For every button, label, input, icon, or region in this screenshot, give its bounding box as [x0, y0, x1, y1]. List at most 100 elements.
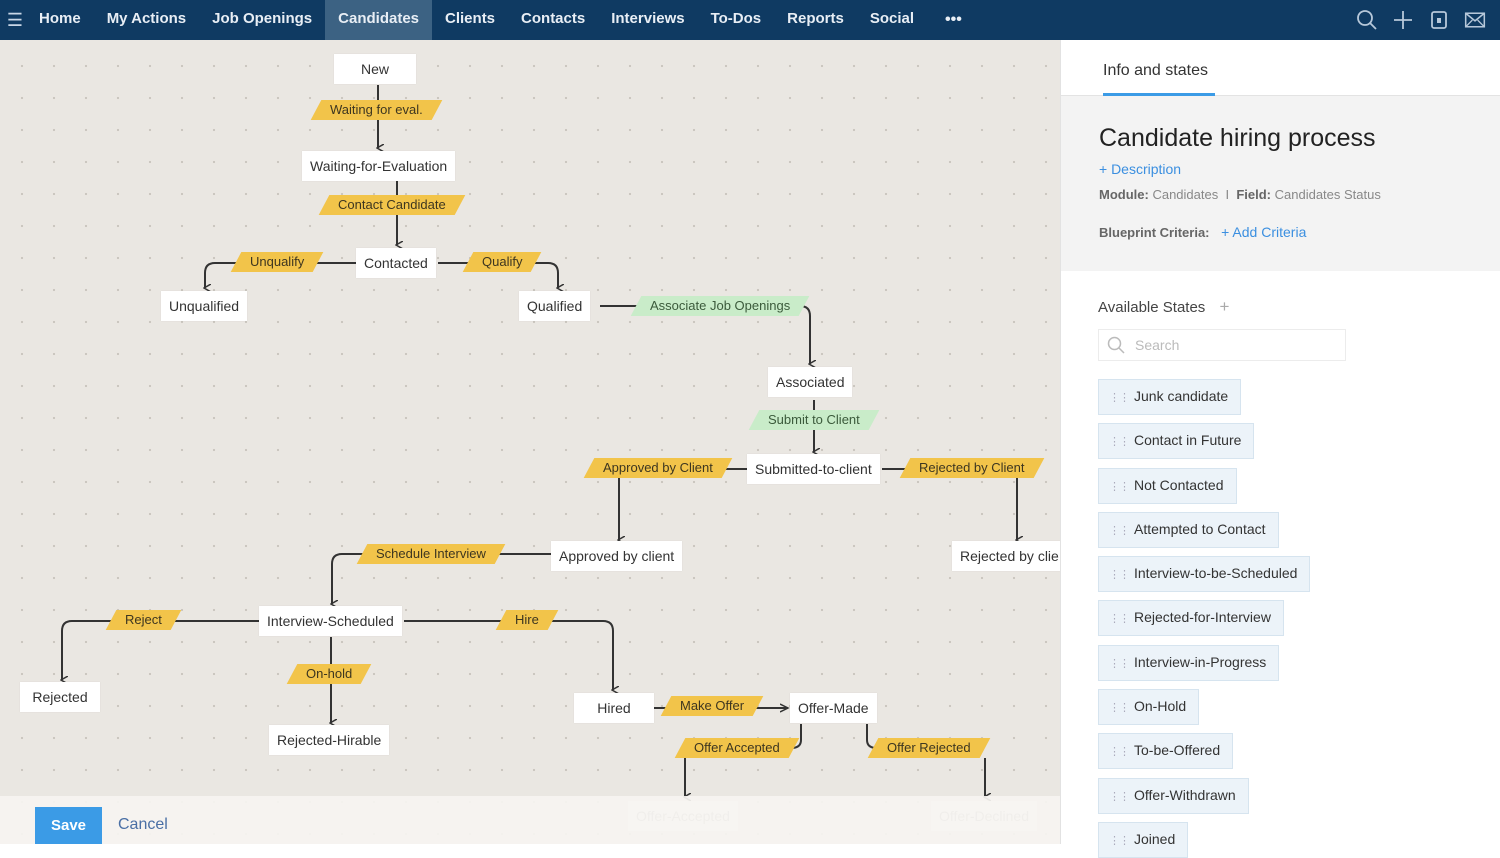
state-search-input[interactable]: Search	[1098, 329, 1346, 361]
transition-contact-candidate[interactable]: Contact Candidate	[318, 195, 466, 215]
link-interview-hired	[404, 620, 613, 690]
state-associated[interactable]: Associated	[768, 367, 853, 397]
transition-make-offer[interactable]: Make Offer	[660, 696, 764, 716]
available-states-section: Available States + Search ⋮⋮ Junk candida…	[1061, 271, 1500, 858]
transition-on-hold[interactable]: On-hold	[286, 664, 372, 684]
calendar-icon[interactable]	[1428, 9, 1450, 31]
search-icon[interactable]	[1356, 9, 1378, 31]
nav-job-openings[interactable]: Job Openings	[199, 0, 325, 40]
state-item-label: Attempted to Contact	[1134, 520, 1266, 537]
nav-contacts[interactable]: Contacts	[508, 0, 598, 40]
transition-associate-job-openings[interactable]: Associate Job Openings	[630, 296, 810, 316]
state-item[interactable]: ⋮⋮ Rejected-for-Interview	[1098, 600, 1284, 637]
add-description-link[interactable]: + Description	[1099, 161, 1500, 177]
drag-handle-icon[interactable]: ⋮⋮	[1109, 525, 1130, 537]
transition-qualify[interactable]: Qualify	[462, 252, 542, 272]
drag-handle-icon[interactable]: ⋮⋮	[1109, 835, 1130, 847]
state-unqualified[interactable]: Unqualified	[161, 291, 248, 321]
drag-handle-icon[interactable]: ⋮⋮	[1109, 658, 1130, 670]
transition-offer-accepted[interactable]: Offer Accepted	[674, 738, 800, 758]
state-item-label: Contact in Future	[1134, 432, 1242, 449]
available-states-header: Available States +	[1098, 297, 1500, 317]
state-hired[interactable]: Hired	[574, 693, 654, 723]
module-field-info: Module: Candidates I Field: Candidates S…	[1099, 187, 1500, 202]
blueprint-canvas[interactable]: New Waiting-for-Evaluation Contacted Unq…	[0, 40, 1060, 844]
transition-waiting-for-eval[interactable]: Waiting for eval.	[310, 100, 443, 120]
link-submitted-rejected	[882, 468, 1017, 540]
add-state-button[interactable]: +	[1219, 297, 1229, 316]
transition-offer-rejected[interactable]: Offer Rejected	[867, 738, 990, 758]
nav-interviews[interactable]: Interviews	[598, 0, 697, 40]
state-item[interactable]: ⋮⋮ Offer-Withdrawn	[1098, 777, 1249, 814]
available-states-label: Available States	[1098, 299, 1206, 316]
drag-handle-icon[interactable]: ⋮⋮	[1109, 613, 1130, 625]
state-item[interactable]: ⋮⋮ On-Hold	[1098, 689, 1200, 726]
state-qualified[interactable]: Qualified	[519, 291, 591, 321]
transition-reject[interactable]: Reject	[105, 610, 182, 630]
state-rejected-hirable[interactable]: Rejected-Hirable	[269, 725, 390, 755]
process-info: Candidate hiring process + Description M…	[1061, 96, 1500, 271]
link-offer-declined	[866, 724, 985, 797]
state-waiting-for-evaluation[interactable]: Waiting-for-Evaluation	[302, 151, 456, 181]
cancel-button[interactable]: Cancel	[118, 816, 168, 834]
drag-handle-icon[interactable]: ⋮⋮	[1109, 791, 1130, 803]
state-item[interactable]: ⋮⋮ Not Contacted	[1098, 467, 1237, 504]
nav-social[interactable]: Social	[857, 0, 927, 40]
state-offer-made[interactable]: Offer-Made	[790, 693, 877, 723]
state-new[interactable]: New	[334, 54, 416, 84]
nav-todos[interactable]: To-Dos	[698, 0, 775, 40]
search-placeholder: Search	[1135, 337, 1180, 353]
transition-unqualify[interactable]: Unqualify	[230, 252, 324, 272]
transition-submit-to-client[interactable]: Submit to Client	[748, 410, 880, 430]
state-item[interactable]: ⋮⋮ Attempted to Contact	[1098, 511, 1279, 548]
drag-handle-icon[interactable]: ⋮⋮	[1109, 569, 1130, 581]
drag-handle-icon[interactable]: ⋮⋮	[1109, 392, 1130, 404]
state-item[interactable]: ⋮⋮ To-be-Offered	[1098, 733, 1234, 770]
connector-lines	[0, 85, 1060, 844]
tab-info-and-states[interactable]: Info and states	[1103, 62, 1208, 80]
state-item[interactable]: ⋮⋮ Joined	[1098, 821, 1189, 858]
state-item[interactable]: ⋮⋮ Interview-in-Progress	[1098, 644, 1280, 681]
plus-icon[interactable]	[1392, 9, 1414, 31]
action-bar: Save Cancel	[0, 796, 1060, 844]
state-item[interactable]: ⋮⋮ Junk candidate	[1098, 379, 1242, 415]
drag-handle-icon[interactable]: ⋮⋮	[1109, 436, 1130, 448]
state-item-label: Joined	[1134, 830, 1176, 847]
nav-candidates[interactable]: Candidates	[325, 0, 433, 40]
more-menu-button[interactable]: •••	[927, 11, 980, 29]
state-item[interactable]: ⋮⋮ Contact in Future	[1098, 423, 1255, 460]
criteria-label: Blueprint Criteria:	[1099, 225, 1210, 240]
field-label: Field:	[1236, 187, 1271, 202]
module-label: Module:	[1099, 187, 1149, 202]
transition-hire[interactable]: Hire	[495, 610, 559, 630]
nav-my-actions[interactable]: My Actions	[94, 0, 199, 40]
drag-handle-icon[interactable]: ⋮⋮	[1109, 746, 1130, 758]
nav-clients[interactable]: Clients	[432, 0, 508, 40]
active-tab-indicator	[1103, 93, 1215, 96]
state-interview-scheduled[interactable]: Interview-Scheduled	[259, 606, 402, 636]
state-item[interactable]: ⋮⋮ Interview-to-be-Scheduled	[1098, 556, 1311, 593]
transition-approved-by-client[interactable]: Approved by Client	[583, 458, 733, 478]
nav-home[interactable]: Home	[26, 0, 94, 40]
transition-rejected-by-client[interactable]: Rejected by Client	[899, 458, 1044, 478]
state-contacted[interactable]: Contacted	[356, 248, 436, 278]
state-submitted-to-client[interactable]: Submitted-to-client	[747, 454, 880, 484]
mail-icon[interactable]	[1464, 9, 1486, 31]
state-item-label: Offer-Withdrawn	[1134, 786, 1236, 803]
drag-handle-icon[interactable]: ⋮⋮	[1109, 481, 1130, 493]
module-value: Candidates	[1152, 187, 1219, 202]
save-button[interactable]: Save	[35, 807, 102, 844]
state-rejected[interactable]: Rejected	[20, 682, 100, 712]
state-rejected-by-client[interactable]: Rejected by clie	[952, 541, 1060, 571]
top-navigation: ☰ Home My Actions Job Openings Candidate…	[0, 0, 1500, 40]
field-value: Candidates Status	[1274, 187, 1381, 202]
add-criteria-link[interactable]: + Add Criteria	[1221, 224, 1306, 240]
transition-schedule-interview[interactable]: Schedule Interview	[356, 544, 506, 564]
hamburger-icon[interactable]: ☰	[4, 10, 26, 31]
state-item-label: Interview-in-Progress	[1134, 653, 1267, 670]
state-approved-by-client[interactable]: Approved by client	[551, 541, 683, 571]
drag-handle-icon[interactable]: ⋮⋮	[1109, 702, 1130, 714]
link-offer-accepted	[685, 724, 802, 797]
nav-reports[interactable]: Reports	[774, 0, 857, 40]
search-icon	[1107, 336, 1125, 354]
